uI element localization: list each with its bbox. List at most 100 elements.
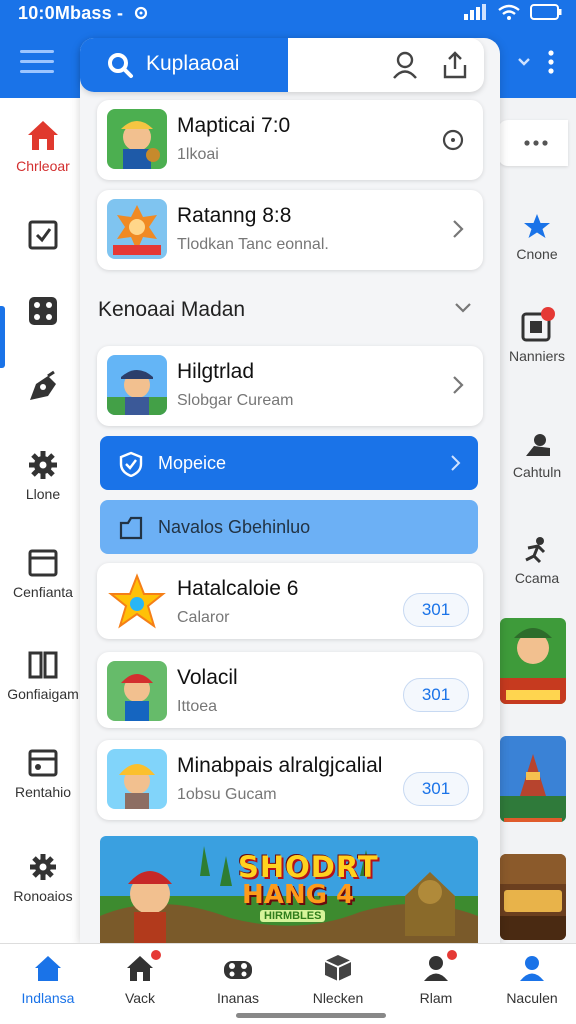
rail-item-0[interactable]: Chrleoar	[0, 118, 86, 174]
thumbnail-game-2[interactable]	[500, 736, 566, 822]
home-icon	[35, 956, 61, 981]
game-art-image	[500, 854, 566, 940]
rail-item-4[interactable]: Llone	[0, 450, 86, 502]
search-bar[interactable]: Kuplaaoai	[80, 38, 484, 92]
right-item-0[interactable]: Cnone	[498, 212, 576, 262]
rail-item-7[interactable]: Rentahio	[0, 748, 86, 800]
card-subtitle: Ittoea	[177, 698, 218, 715]
rail-item-6[interactable]: Gonfiaigam	[0, 650, 86, 702]
nav-label: Vack	[124, 990, 156, 1006]
chevron-down-icon[interactable]	[454, 302, 472, 314]
home-icon	[28, 121, 58, 150]
nav-label: Nlecken	[312, 990, 364, 1006]
more-circle-icon[interactable]	[441, 128, 465, 152]
package-icon	[324, 955, 352, 981]
nav-label: Rlam	[419, 990, 453, 1006]
overflow-menu-icon[interactable]	[548, 50, 554, 74]
chevron-right-icon[interactable]	[451, 374, 465, 396]
game-art-image	[107, 199, 167, 259]
search-icon	[108, 53, 133, 78]
chevron-right-icon[interactable]	[451, 218, 465, 240]
dice-icon	[29, 297, 57, 325]
nav-label: Naculen	[506, 990, 558, 1006]
primary-action-button[interactable]: Mopeice	[100, 436, 478, 490]
calendar-icon	[28, 749, 58, 777]
card-subtitle: 1obsu Gucam	[177, 786, 277, 803]
nav-label: Inanas	[216, 990, 260, 1006]
card-title: Ratanng 8:8	[177, 204, 292, 227]
user-icon	[424, 956, 448, 981]
secondary-button-label: Navalos Gbehinluo	[158, 517, 311, 537]
rail-label: Cenfianta	[13, 584, 73, 600]
user-icon[interactable]	[392, 51, 418, 79]
chevron-right-icon	[451, 455, 461, 471]
chevron-down-icon[interactable]	[518, 58, 530, 66]
card-subtitle: Slobgar Cuream	[177, 392, 294, 409]
folder-icon	[119, 516, 143, 540]
game-art-image	[107, 749, 167, 809]
nav-item-4[interactable]: Rlam	[388, 950, 484, 1006]
nav-item-5[interactable]: Naculen	[484, 954, 576, 1006]
nav-label: Indlansa	[21, 990, 75, 1006]
pen-icon	[30, 370, 56, 400]
thumbnail-game-1[interactable]	[500, 618, 566, 704]
result-card-3[interactable]: Hatalcaloie 6 Calaror 301	[97, 563, 483, 639]
game-art-image	[107, 109, 167, 169]
right-item-2[interactable]: Cahtuln	[498, 432, 576, 480]
right-label: Cahtuln	[512, 464, 562, 480]
game-art-image	[107, 572, 167, 632]
secondary-action-button[interactable]: Navalos Gbehinluo	[100, 500, 478, 554]
nav-item-2[interactable]: Inanas	[190, 954, 286, 1006]
result-card-1[interactable]: Ratanng 8:8 Tlodkan Tanc eonnal.	[97, 190, 483, 270]
banner-subtitle: HANG 4	[242, 880, 355, 910]
house-icon	[127, 956, 153, 981]
rating-badge[interactable]: 301	[403, 772, 469, 806]
rating-badge[interactable]: 301	[403, 593, 469, 627]
result-card-4[interactable]: Volacil Ittoea 301	[97, 652, 483, 728]
battery-icon	[530, 4, 562, 20]
account-icon	[520, 956, 544, 981]
right-overflow-card[interactable]	[498, 120, 568, 166]
primary-button-label: Mopeice	[158, 453, 227, 473]
section-header[interactable]: Kenoaai Madan	[98, 298, 478, 328]
result-card-5[interactable]: Minabpais alralgjcalial 1obsu Gucam 301	[97, 740, 483, 820]
nav-item-1[interactable]: Vack	[92, 950, 188, 1006]
right-item-3[interactable]: Ccama	[498, 536, 576, 586]
wifi-icon	[498, 4, 520, 20]
rail-item-2[interactable]	[0, 296, 86, 332]
search-input[interactable]: Kuplaaoai	[146, 52, 239, 76]
promo-banner[interactable]: SHODRT HANG 4 HIRMBLES	[100, 836, 478, 943]
result-card-2[interactable]: Hilgtrlad Slobgar Cuream	[97, 346, 483, 426]
right-item-1[interactable]: Nanniers	[498, 306, 576, 364]
nav-item-0[interactable]: Indlansa	[0, 954, 96, 1006]
rail-label: Gonfiaigam	[7, 686, 79, 702]
card-title: Minabpais alralgjcalial	[177, 754, 383, 777]
nav-item-3[interactable]: Nlecken	[290, 954, 386, 1006]
star-icon	[524, 214, 550, 238]
right-label: Cnone	[516, 246, 558, 262]
result-card-0[interactable]: Mapticai 7:0 1lkoai	[97, 100, 483, 180]
location-icon	[134, 6, 148, 20]
card-title: Hatalcaloie 6	[177, 577, 299, 600]
card-title: Volacil	[177, 666, 238, 689]
card-subtitle: 1lkoai	[177, 146, 219, 163]
card-title: Hilgtrlad	[177, 360, 255, 383]
status-bar: 10:0Mbass -	[0, 0, 576, 28]
thumbnail-game-3[interactable]	[500, 854, 566, 940]
menu-icon[interactable]	[20, 50, 54, 78]
card-subtitle: Calaror	[177, 609, 230, 626]
rail-item-5[interactable]: Cenfianta	[0, 548, 86, 600]
left-navigation-rail: Chrleoar Llone Cenfianta Gonfiaigam Rent…	[0, 98, 86, 943]
notification-badge	[447, 950, 457, 960]
section-title: Kenoaai Madan	[98, 298, 246, 321]
shield-icon	[119, 451, 143, 477]
rail-item-8[interactable]: Ronoaios	[0, 852, 86, 904]
banner-tagline: HIRMBLES	[260, 910, 326, 922]
rail-item-1[interactable]	[0, 220, 86, 256]
rating-badge[interactable]: 301	[403, 678, 469, 712]
rail-item-3[interactable]	[0, 370, 86, 410]
card-title: Mapticai 7:0	[177, 114, 291, 137]
share-icon[interactable]	[442, 51, 468, 79]
home-indicator[interactable]	[236, 1013, 386, 1018]
signal-icon	[464, 4, 486, 20]
